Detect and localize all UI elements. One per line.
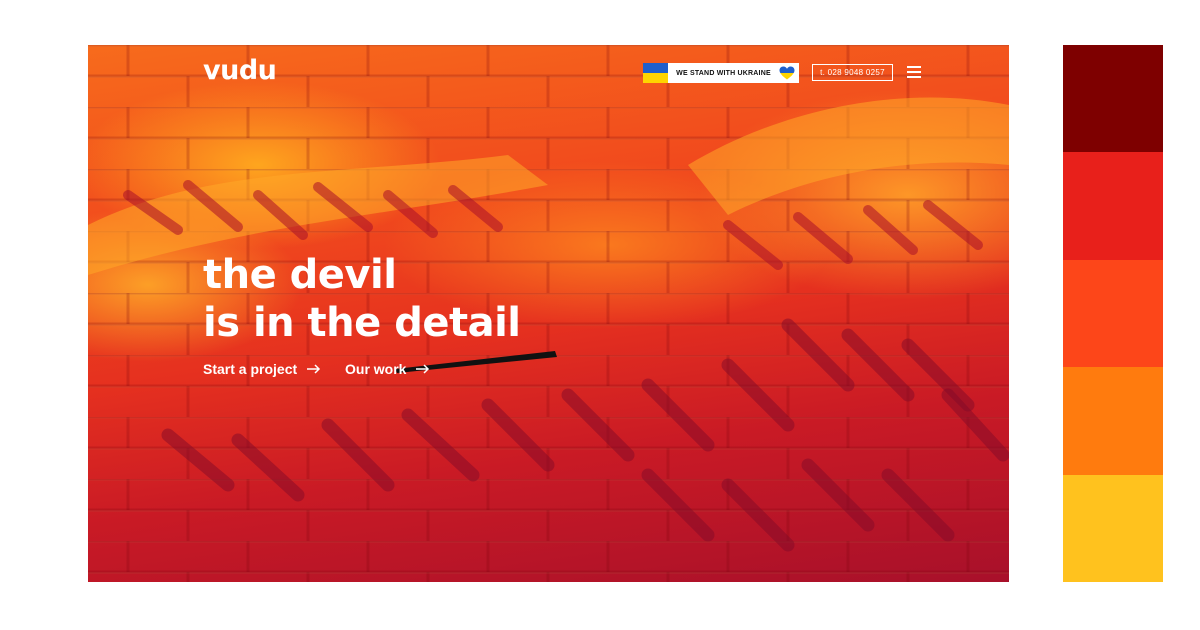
arrow-right-icon <box>307 364 321 374</box>
start-project-link[interactable]: Start a project <box>203 361 321 377</box>
ukraine-support-banner[interactable]: WE STAND WITH UKRAINE <box>643 63 799 83</box>
hero-screenshot: vudu WE STAND WITH UKRAINE t. 028 9048 0… <box>88 45 1009 582</box>
palette-swatch <box>1063 259 1163 368</box>
ukraine-heart-icon <box>779 66 795 80</box>
palette-swatch <box>1063 474 1163 583</box>
hero-headline: the devil is in the detail <box>203 251 521 347</box>
ukraine-banner-text: WE STAND WITH UKRAINE <box>676 69 771 77</box>
arrow-right-icon <box>416 364 430 374</box>
our-work-link[interactable]: Our work <box>345 361 430 377</box>
start-project-label: Start a project <box>203 361 298 377</box>
headline-line-1: the devil <box>203 252 397 298</box>
ukraine-flag-icon <box>643 63 668 83</box>
hamburger-menu-icon[interactable] <box>907 66 921 78</box>
palette-swatch <box>1063 45 1163 153</box>
phone-button[interactable]: t. 028 9048 0257 <box>812 64 893 81</box>
our-work-label: Our work <box>345 361 407 377</box>
color-palette <box>1063 45 1163 583</box>
palette-swatch <box>1063 367 1163 475</box>
palette-swatch <box>1063 152 1163 260</box>
headline-line-2: is in the detail <box>203 300 521 346</box>
vudu-logo[interactable]: vudu <box>203 55 277 86</box>
